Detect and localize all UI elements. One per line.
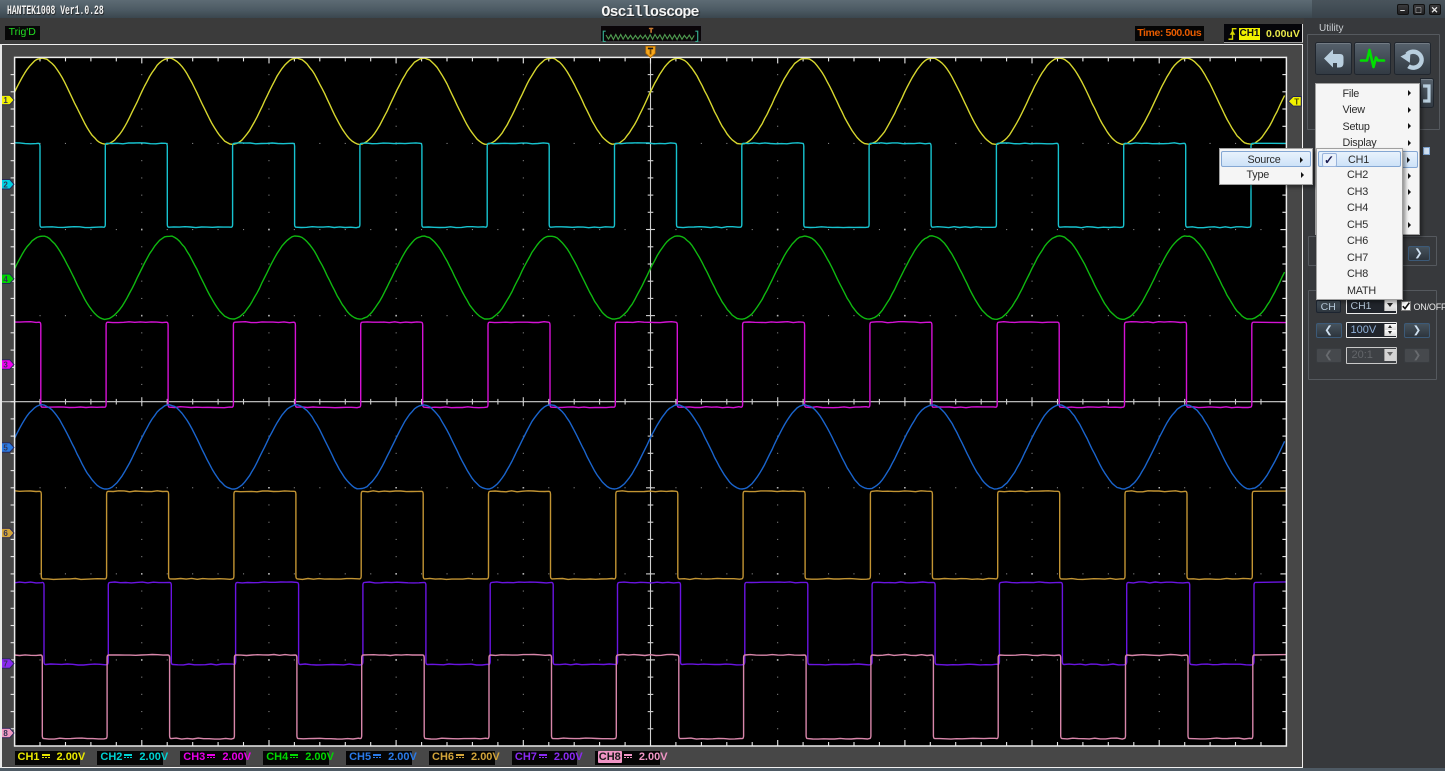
svg-text:2: 2 <box>3 180 8 189</box>
svg-text:5: 5 <box>3 444 8 453</box>
svg-text:1: 1 <box>3 96 8 105</box>
svg-text:T: T <box>1294 97 1299 106</box>
svg-text:4: 4 <box>3 275 8 284</box>
svg-text:8: 8 <box>3 729 8 738</box>
svg-text:7: 7 <box>3 660 8 669</box>
svg-text:3: 3 <box>3 361 8 370</box>
svg-text:6: 6 <box>3 529 8 538</box>
